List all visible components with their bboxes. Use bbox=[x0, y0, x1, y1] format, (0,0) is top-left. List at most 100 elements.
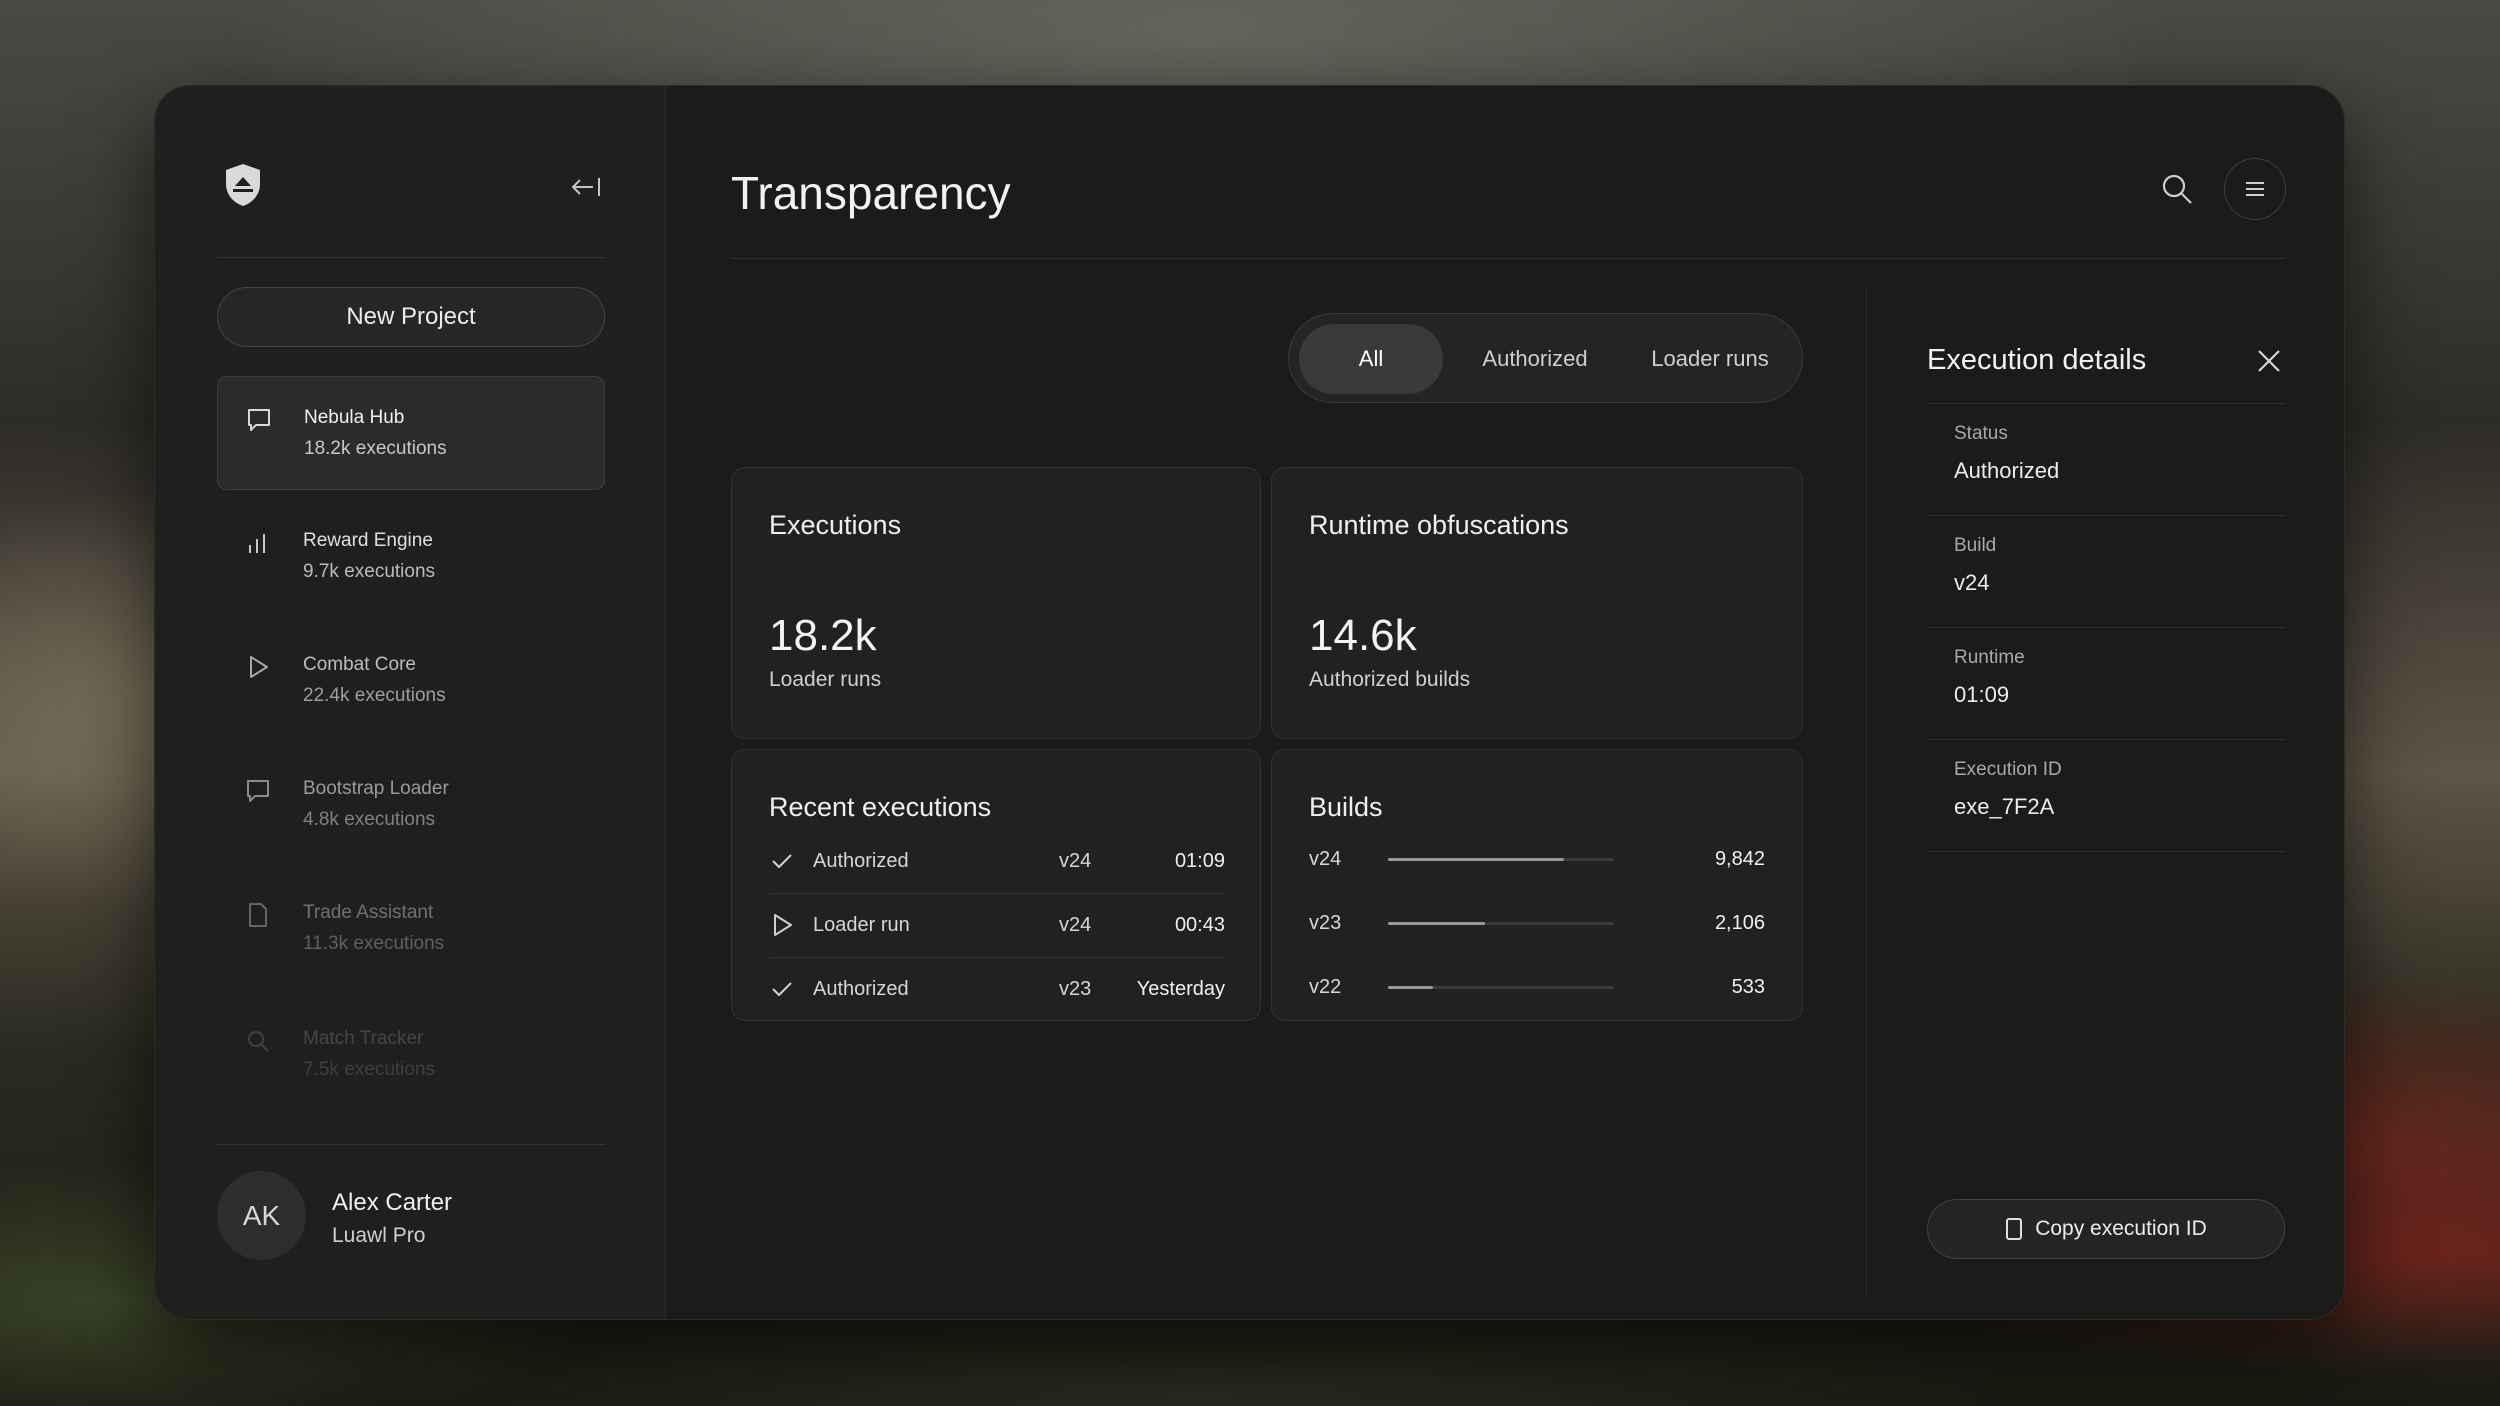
build-bar-fill bbox=[1388, 922, 1486, 925]
build-version: v22 bbox=[1309, 976, 1342, 998]
execution-time: 01:09 bbox=[1174, 850, 1225, 872]
build-count: 533 bbox=[1731, 976, 1765, 998]
play-icon bbox=[774, 914, 792, 936]
detail-divider bbox=[1927, 739, 2285, 740]
filter-segmented-control: All Authorized Loader runs bbox=[1288, 313, 1803, 403]
build-bar-track bbox=[1388, 922, 1614, 925]
copy-execution-id-button[interactable]: Copy execution ID bbox=[1927, 1199, 2285, 1259]
hamburger-icon bbox=[2246, 182, 2264, 196]
search-icon[interactable] bbox=[2159, 171, 2195, 207]
filter-tab-authorized[interactable]: Authorized bbox=[1455, 324, 1615, 394]
card-title: Executions bbox=[769, 510, 902, 540]
detail-label: Runtime bbox=[1954, 647, 2025, 668]
sidebar: New Project Nebula Hub 18.2k executions Re… bbox=[155, 86, 666, 1319]
details-title: Execution details bbox=[1927, 344, 2147, 376]
detail-value: v24 bbox=[1954, 570, 1990, 595]
execution-version: v23 bbox=[1059, 978, 1092, 1000]
user-plan: Luawl Pro bbox=[332, 1224, 426, 1247]
check-icon bbox=[772, 982, 792, 996]
sidebar-item-sub: 22.4k executions bbox=[303, 685, 446, 706]
sidebar-item-sub: 7.5k executions bbox=[303, 1059, 436, 1080]
runtime-value: 14.6k bbox=[1309, 611, 1417, 660]
runtime-obfuscations-card: Runtime obfuscations 14.6k Authorized bu… bbox=[1271, 467, 1803, 739]
runtime-sub: Authorized builds bbox=[1309, 668, 1471, 691]
build-bar-fill bbox=[1388, 986, 1434, 989]
builds-card: Builds v24 9,842 v23 2,106 v22 533 bbox=[1271, 749, 1803, 1021]
document-icon bbox=[249, 903, 267, 927]
collapse-sidebar-button[interactable] bbox=[569, 174, 603, 200]
execution-time: Yesterday bbox=[1136, 978, 1225, 1000]
build-count: 2,106 bbox=[1714, 912, 1765, 934]
app-window: New Project Nebula Hub 18.2k executions Re… bbox=[154, 85, 2345, 1320]
sidebar-item-title: Nebula Hub bbox=[304, 407, 405, 428]
copy-button-label: Copy execution ID bbox=[2035, 1217, 2207, 1240]
avatar[interactable]: AK bbox=[217, 1171, 306, 1260]
build-bar-track bbox=[1388, 858, 1614, 861]
executions-sub: Loader runs bbox=[769, 668, 882, 691]
message-icon bbox=[248, 409, 270, 431]
detail-label: Status bbox=[1954, 423, 2008, 444]
build-bar-fill bbox=[1388, 858, 1565, 861]
execution-row[interactable]: Authorized v23 Yesterday bbox=[769, 958, 1225, 1022]
detail-value: Authorized bbox=[1954, 458, 2060, 483]
build-version: v23 bbox=[1309, 912, 1342, 934]
sidebar-item-sub: 18.2k executions bbox=[304, 438, 447, 459]
sidebar-item[interactable]: Match Tracker 7.5k executions bbox=[217, 998, 605, 1112]
search-icon bbox=[248, 1031, 269, 1052]
detail-value: exe_7F2A bbox=[1954, 794, 2055, 819]
sidebar-item[interactable]: Trade Assistant 11.3k executions bbox=[217, 872, 605, 986]
header-divider bbox=[731, 258, 2285, 259]
sidebar-item[interactable]: Combat Core 22.4k executions bbox=[217, 624, 605, 738]
detail-value: 01:09 bbox=[1954, 682, 2010, 707]
detail-divider bbox=[1927, 851, 2285, 852]
execution-row[interactable]: Authorized v24 01:09 bbox=[769, 830, 1225, 894]
sidebar-item-title: Combat Core bbox=[303, 654, 416, 675]
filter-tab-all[interactable]: All bbox=[1299, 324, 1443, 394]
sidebar-item[interactable]: Reward Engine 9.7k executions bbox=[217, 500, 605, 614]
message-icon bbox=[247, 780, 269, 802]
bar-chart-icon bbox=[249, 534, 265, 553]
menu-button[interactable] bbox=[2224, 158, 2286, 220]
filter-tab-loader-runs[interactable]: Loader runs bbox=[1625, 324, 1795, 394]
check-icon bbox=[772, 854, 792, 868]
execution-label: Loader run bbox=[813, 914, 910, 936]
sidebar-divider bbox=[217, 257, 605, 258]
new-project-button[interactable]: New Project bbox=[217, 287, 605, 347]
executions-card: Executions 18.2k Loader runs bbox=[731, 467, 1261, 739]
play-icon bbox=[250, 656, 268, 678]
sidebar-item-title: Bootstrap Loader bbox=[303, 778, 449, 799]
execution-label: Authorized bbox=[813, 850, 909, 872]
execution-time: 00:43 bbox=[1174, 914, 1225, 936]
execution-version: v24 bbox=[1059, 850, 1092, 872]
sidebar-item-sub: 11.3k executions bbox=[303, 933, 445, 954]
detail-divider bbox=[1927, 515, 2285, 516]
build-row: v23 2,106 bbox=[1309, 904, 1765, 944]
copy-icon bbox=[2006, 1218, 2023, 1240]
sidebar-item-title: Reward Engine bbox=[303, 530, 433, 551]
sidebar-item-title: Trade Assistant bbox=[303, 902, 434, 923]
sidebar-item-sub: 9.7k executions bbox=[303, 561, 436, 582]
build-version: v24 bbox=[1309, 848, 1342, 870]
shield-logo-icon bbox=[226, 164, 260, 206]
execution-version: v24 bbox=[1059, 914, 1092, 936]
panel-divider bbox=[1927, 403, 2285, 404]
sidebar-item-sub: 4.8k executions bbox=[303, 809, 436, 830]
sidebar-item[interactable]: Nebula Hub 18.2k executions bbox=[217, 376, 605, 490]
detail-divider bbox=[1927, 627, 2285, 628]
card-title: Recent executions bbox=[769, 792, 992, 822]
executions-value: 18.2k bbox=[769, 611, 877, 660]
close-icon[interactable] bbox=[2254, 346, 2284, 376]
sidebar-item[interactable]: Bootstrap Loader 4.8k executions bbox=[217, 748, 605, 862]
sidebar-item-title: Match Tracker bbox=[303, 1028, 424, 1049]
detail-label: Execution ID bbox=[1954, 759, 2062, 780]
execution-row[interactable]: Loader run v24 00:43 bbox=[769, 894, 1225, 958]
card-title: Builds bbox=[1309, 792, 1383, 822]
build-row: v24 9,842 bbox=[1309, 840, 1765, 880]
panel-divider bbox=[1866, 286, 1867, 1296]
sidebar-divider bbox=[217, 1144, 605, 1145]
recent-executions-card: Recent executions Authorized v24 01:09 Load… bbox=[731, 749, 1261, 1021]
build-count: 9,842 bbox=[1714, 848, 1765, 870]
user-name: Alex Carter bbox=[332, 1189, 453, 1216]
build-row: v22 533 bbox=[1309, 968, 1765, 1008]
detail-label: Build bbox=[1954, 535, 1997, 556]
